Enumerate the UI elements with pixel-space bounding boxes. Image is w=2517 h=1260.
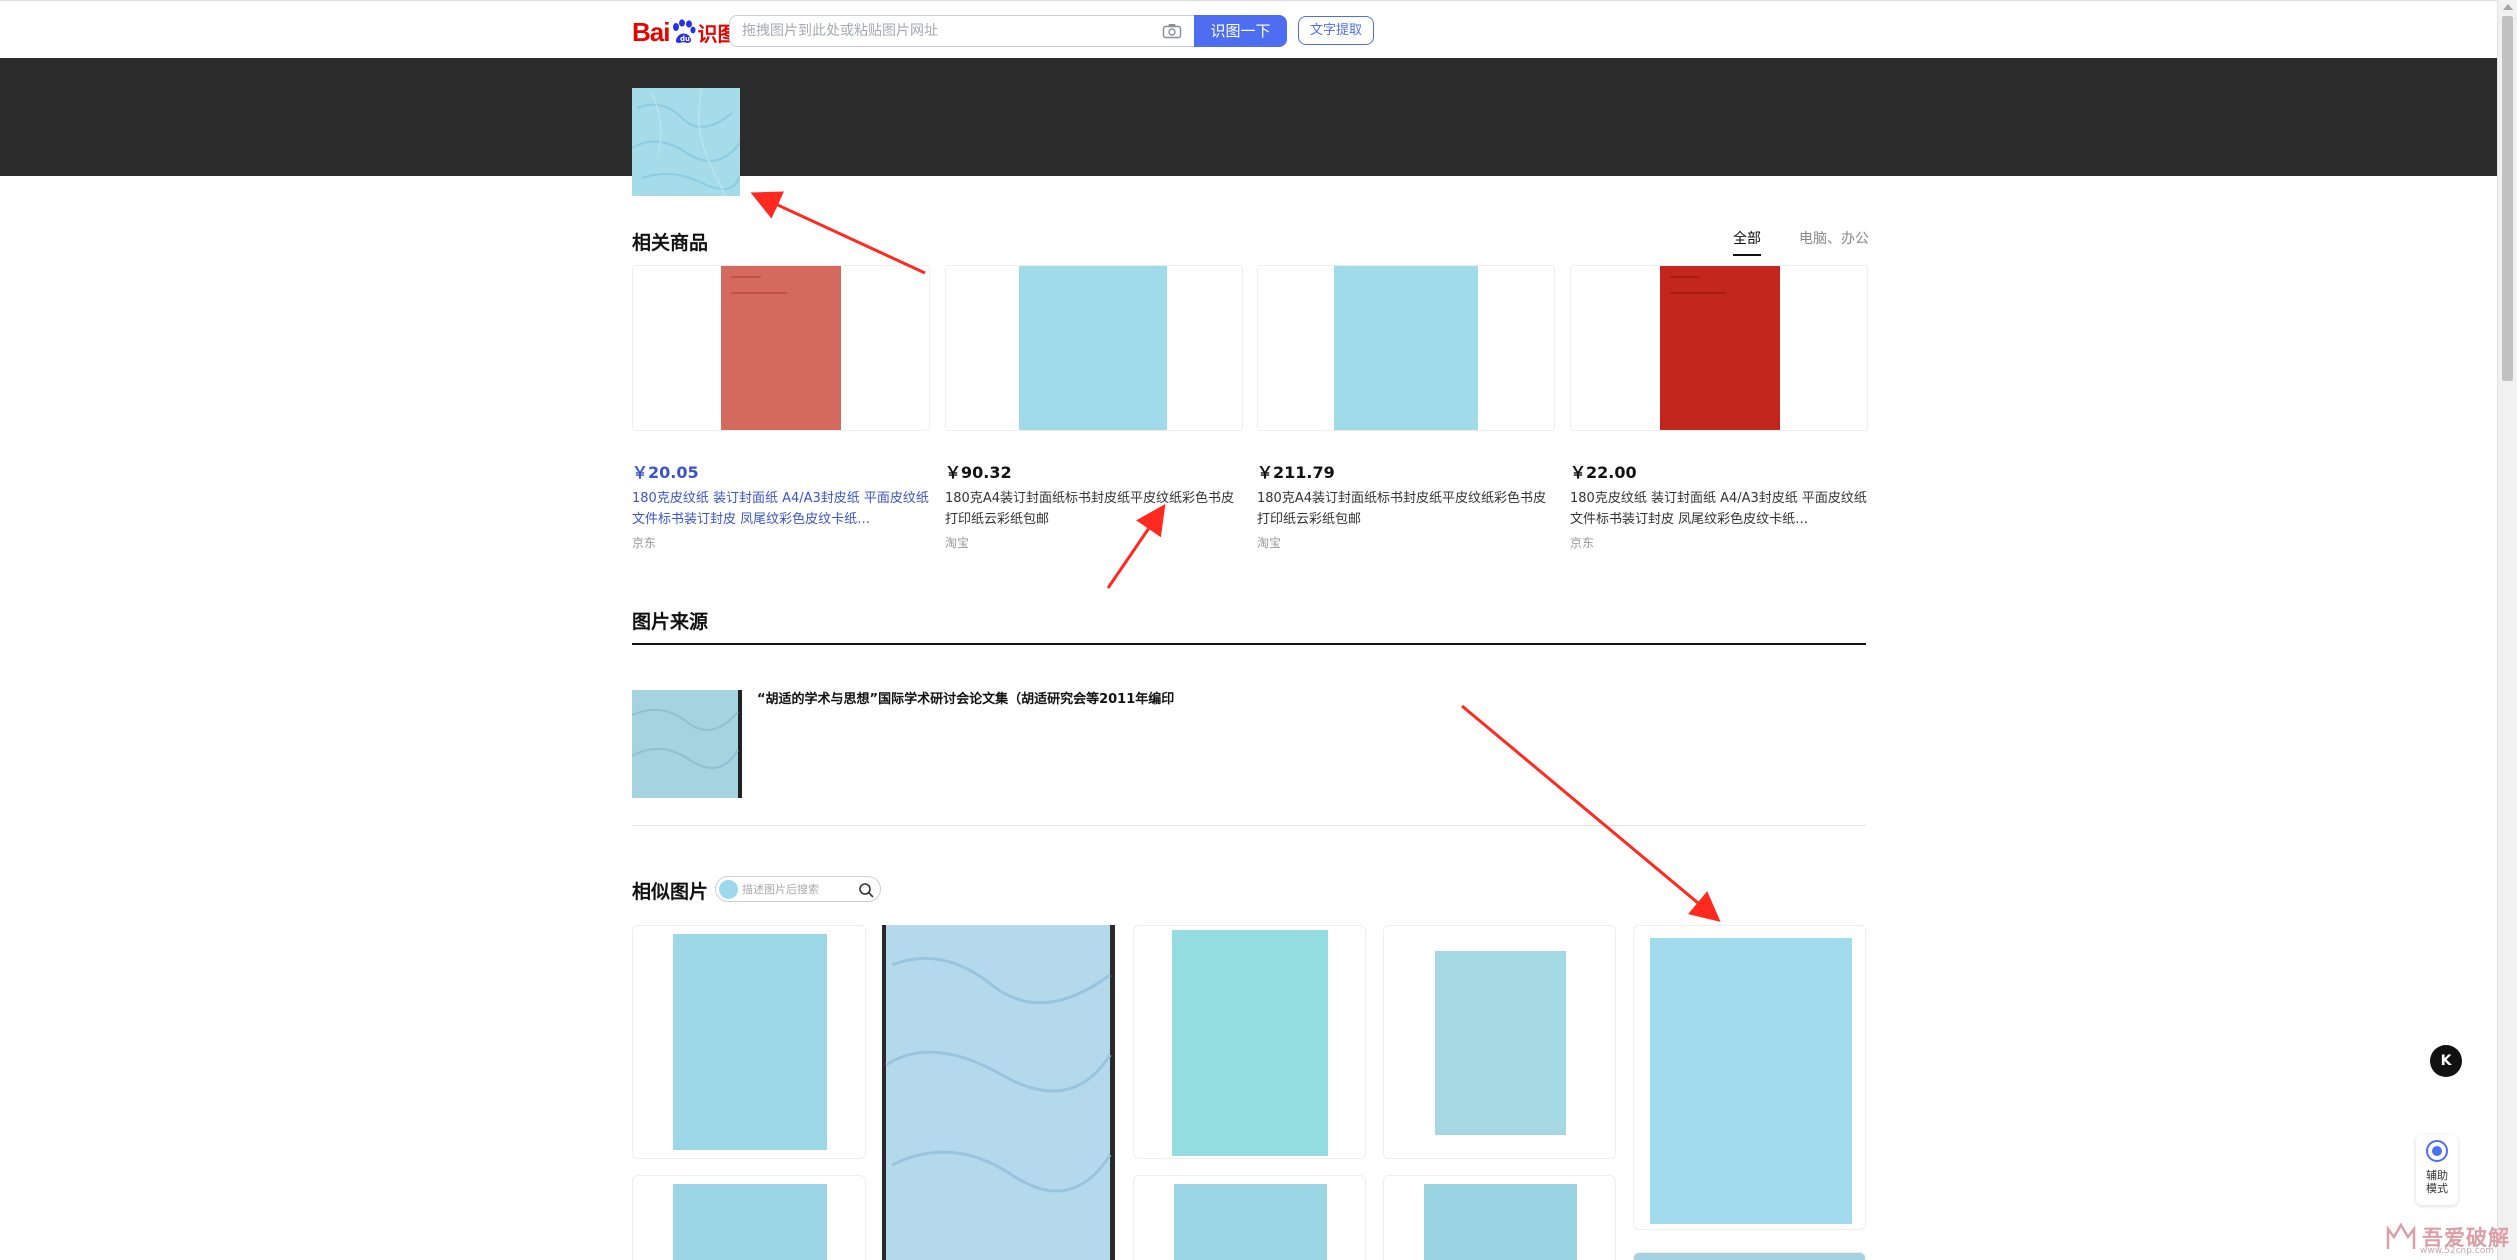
product-title[interactable]: 180克A4装订封面纸标书封皮纸平皮纹纸彩色书皮打印纸云彩纸包邮: [1257, 488, 1555, 530]
similar-image-card[interactable]: [882, 925, 1115, 1260]
query-image-banner: [0, 58, 2497, 176]
describe-search-box[interactable]: [715, 876, 881, 902]
section-divider: [632, 825, 1866, 826]
product-price: ￥20.05: [632, 463, 699, 482]
product-image-frame[interactable]: [1570, 265, 1868, 431]
assist-label: 辅助: [2426, 1169, 2448, 1182]
product-card[interactable]: ￥90.32 180克A4装订封面纸标书封皮纸平皮纹纸彩色书皮打印纸云彩纸包邮 …: [945, 265, 1243, 551]
image-source-title: 图片来源: [632, 611, 709, 633]
tab-all[interactable]: 全部: [1733, 228, 1761, 256]
assist-mode-button[interactable]: 辅助 模式: [2416, 1135, 2458, 1205]
product-image: [721, 266, 841, 430]
product-image: [1334, 266, 1478, 430]
product-image-frame[interactable]: [945, 265, 1243, 431]
top-navigation-bar: Bai du 识图 识图一下 文字提取: [0, 0, 2497, 58]
product-image-frame[interactable]: [632, 265, 930, 431]
similar-image-card[interactable]: [1633, 1252, 1866, 1260]
product-price: ￥90.32: [945, 463, 1012, 482]
query-image-dot: [719, 880, 738, 899]
product-image-frame[interactable]: [1257, 265, 1555, 431]
site-watermark: 吾爱破解 www.52cnp.com: [2386, 1222, 2510, 1256]
describe-image-input[interactable]: [742, 878, 852, 900]
texture-image: [632, 690, 742, 798]
product-card[interactable]: ￥20.05 180克皮纹纸 装订封面纸 A4/A3封皮纸 平面皮纹纸 文件标书…: [632, 265, 930, 551]
similar-image-card[interactable]: [1383, 1175, 1616, 1260]
search-by-image-button[interactable]: 识图一下: [1194, 15, 1287, 47]
scrollbar-thumb[interactable]: [2502, 16, 2513, 381]
product-price: ￥211.79: [1257, 463, 1335, 482]
image-url-input[interactable]: [742, 16, 1142, 46]
svg-text:du: du: [680, 35, 690, 43]
similar-image: [1435, 951, 1566, 1135]
product-source: 淘宝: [945, 536, 970, 550]
product-price: ￥22.00: [1570, 463, 1637, 482]
product-card[interactable]: ￥211.79 180克A4装订封面纸标书封皮纸平皮纹纸彩色书皮打印纸云彩纸包邮…: [1257, 265, 1555, 551]
similar-image: [673, 934, 827, 1150]
tab-computer-office[interactable]: 电脑、办公: [1799, 228, 1869, 256]
product-title[interactable]: 180克皮纹纸 装订封面纸 A4/A3封皮纸 平面皮纹纸 文件标书装订封皮 凤尾…: [1570, 488, 1868, 530]
product-title[interactable]: 180克皮纹纸 装订封面纸 A4/A3封皮纸 平面皮纹纸 文件标书装订封皮 凤尾…: [632, 488, 930, 530]
similar-image-card[interactable]: [632, 1175, 866, 1260]
texture-image: [632, 88, 740, 196]
source-link-title[interactable]: “胡适的学术与思想”国际学术研讨会论文集（胡适研究会等2011年编印: [757, 688, 1174, 707]
page-root: Bai du 识图 识图一下 文字提取: [0, 0, 2517, 1260]
arrow-to-similar-image: [1461, 704, 1721, 922]
similar-image: [882, 925, 1115, 1260]
query-image-thumbnail[interactable]: [632, 88, 740, 196]
assist-label: 模式: [2426, 1182, 2448, 1195]
section-divider: [632, 643, 1866, 645]
similar-image-card[interactable]: [1633, 925, 1866, 1230]
text-extract-button[interactable]: 文字提取: [1298, 16, 1374, 45]
baidu-shitu-logo[interactable]: Bai du 识图: [632, 15, 737, 49]
watermark-logo-icon: [2386, 1223, 2416, 1249]
vertical-scrollbar[interactable]: [2497, 0, 2517, 1260]
similar-image: [1174, 1184, 1327, 1260]
product-source: 京东: [1570, 536, 1595, 550]
image-search-box[interactable]: [729, 15, 1195, 47]
search-icon[interactable]: [858, 882, 874, 898]
source-image-thumbnail[interactable]: [632, 690, 742, 798]
product-title[interactable]: 180克A4装订封面纸标书封皮纸平皮纹纸彩色书皮打印纸云彩纸包邮: [945, 488, 1243, 530]
similar-images-title: 相似图片: [632, 881, 709, 903]
watermark-url: www.52cnp.com: [2420, 1246, 2495, 1256]
similar-image: [673, 1184, 827, 1260]
product-image: [1660, 266, 1780, 430]
camera-icon[interactable]: [1162, 23, 1182, 39]
similar-image: [1424, 1184, 1577, 1260]
product-image: [1019, 266, 1167, 430]
similar-image-card[interactable]: [1133, 925, 1366, 1159]
product-card[interactable]: ￥22.00 180克皮纹纸 装订封面纸 A4/A3封皮纸 平面皮纹纸 文件标书…: [1570, 265, 1868, 551]
floating-action-button[interactable]: K: [2430, 1045, 2462, 1077]
product-filter-tabs: 全部 电脑、办公: [1733, 228, 1869, 256]
similar-image: [1650, 938, 1852, 1224]
related-products-title: 相关商品: [632, 232, 709, 254]
accessibility-icon: [2426, 1140, 2448, 1162]
similar-image: [1172, 930, 1328, 1156]
similar-image-card[interactable]: [1383, 925, 1616, 1159]
scroll-up-arrow-icon[interactable]: [2503, 4, 2513, 10]
product-source: 京东: [632, 536, 657, 550]
similar-image-card[interactable]: [1133, 1175, 1366, 1260]
paw-icon: du: [673, 19, 697, 43]
arrow-to-query-image: [750, 191, 926, 275]
logo-text: Bai: [632, 16, 670, 47]
product-source: 淘宝: [1257, 536, 1282, 550]
similar-image-card[interactable]: [632, 925, 866, 1159]
